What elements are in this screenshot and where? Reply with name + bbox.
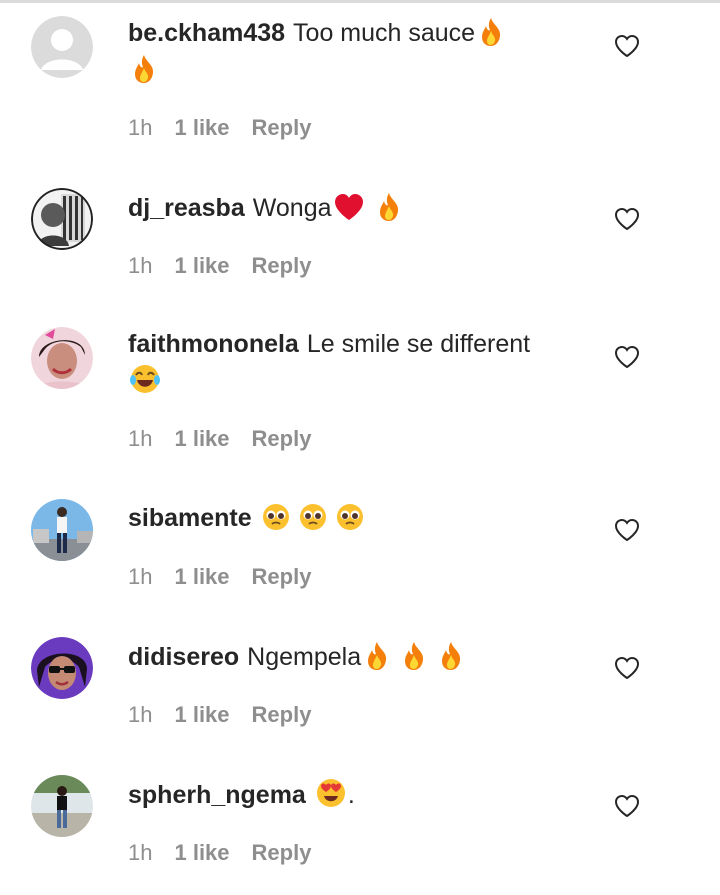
red-heart-icon: [333, 192, 365, 222]
reply-button[interactable]: Reply: [252, 564, 312, 589]
profile-photo-icon: [31, 188, 93, 250]
comment-text: spherh_ngema.: [128, 777, 578, 814]
tears-of-joy-icon: [129, 363, 161, 395]
comment-meta: 1h 1 like Reply: [128, 564, 311, 590]
profile-photo-icon: [31, 775, 93, 837]
default-avatar-icon: [31, 16, 93, 78]
avatar[interactable]: [31, 327, 93, 389]
comment-text: faithmononela Le smile se different: [128, 326, 578, 400]
avatar[interactable]: [31, 775, 93, 837]
profile-photo-icon: [31, 499, 93, 561]
comment-likes[interactable]: 1 like: [174, 840, 229, 865]
reply-button[interactable]: Reply: [252, 253, 312, 278]
comment-likes[interactable]: 1 like: [174, 426, 229, 451]
comment-time: 1h: [128, 840, 153, 865]
like-heart-icon[interactable]: [614, 655, 640, 681]
comment-text: didisereo Ngempela: [128, 639, 578, 676]
comment-meta: 1h 1 like Reply: [128, 115, 311, 141]
pleading-face-icon: [261, 502, 291, 532]
comment-message: Le smile se different: [306, 330, 531, 358]
fire-icon: [129, 54, 159, 84]
avatar[interactable]: [31, 188, 93, 250]
comment-likes[interactable]: 1 like: [174, 115, 229, 140]
reply-button[interactable]: Reply: [252, 115, 312, 140]
top-divider: [0, 0, 720, 3]
avatar[interactable]: [31, 637, 93, 699]
comment-username[interactable]: didisereo: [128, 643, 239, 671]
comment-username[interactable]: be.ckham438: [128, 19, 285, 47]
reply-button[interactable]: Reply: [252, 840, 312, 865]
reply-button[interactable]: Reply: [252, 426, 312, 451]
profile-photo-icon: [31, 327, 93, 389]
comment-meta: 1h 1 like Reply: [128, 702, 311, 728]
comment-meta: 1h 1 like Reply: [128, 426, 311, 452]
comment-likes[interactable]: 1 like: [174, 564, 229, 589]
pleading-face-icon: [335, 502, 365, 532]
comment-text: dj_reasba Wonga: [128, 190, 578, 227]
pleading-face-icon: [298, 502, 328, 532]
like-heart-icon[interactable]: [614, 517, 640, 543]
comment-message: Ngempela: [247, 643, 362, 671]
comment-time: 1h: [128, 564, 153, 589]
comment-meta: 1h 1 like Reply: [128, 840, 311, 866]
comment-time: 1h: [128, 702, 153, 727]
comment-likes[interactable]: 1 like: [174, 702, 229, 727]
avatar[interactable]: [31, 499, 93, 561]
comment-time: 1h: [128, 115, 153, 140]
comment-username[interactable]: sibamente: [128, 504, 252, 532]
like-heart-icon[interactable]: [614, 344, 640, 370]
comment-time: 1h: [128, 426, 153, 451]
fire-icon: [476, 17, 506, 47]
comment-username[interactable]: faithmononela: [128, 330, 299, 358]
comment-meta: 1h 1 like Reply: [128, 253, 311, 279]
comment-text: sibamente: [128, 500, 578, 537]
comment-likes[interactable]: 1 like: [174, 253, 229, 278]
comment-time: 1h: [128, 253, 153, 278]
comment-text: be.ckham438 Too much sauce: [128, 15, 578, 89]
fire-icon: [399, 641, 429, 671]
comment-message: Too much sauce: [293, 19, 476, 47]
like-heart-icon[interactable]: [614, 793, 640, 819]
comment-username[interactable]: dj_reasba: [128, 194, 245, 222]
like-heart-icon[interactable]: [614, 206, 640, 232]
comment-username[interactable]: spherh_ngema: [128, 781, 306, 809]
comment-trailing: .: [347, 781, 355, 809]
fire-icon: [362, 641, 392, 671]
like-heart-icon[interactable]: [614, 33, 640, 59]
avatar[interactable]: [31, 16, 93, 78]
profile-photo-icon: [31, 637, 93, 699]
fire-icon: [436, 641, 466, 671]
fire-icon: [374, 192, 404, 222]
comment-message: Wonga: [252, 194, 332, 222]
heart-eyes-icon: [315, 777, 347, 809]
reply-button[interactable]: Reply: [252, 702, 312, 727]
